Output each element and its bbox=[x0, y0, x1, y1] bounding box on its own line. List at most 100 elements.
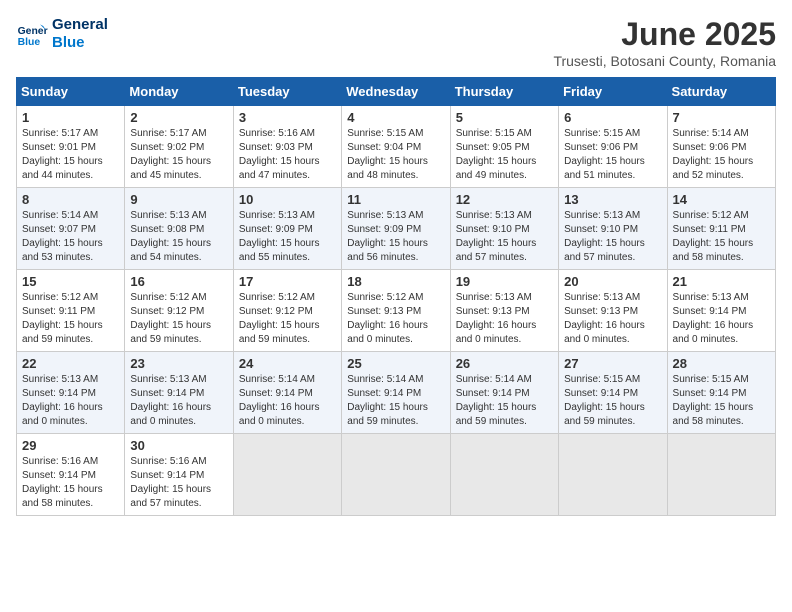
day-number: 16 bbox=[130, 274, 227, 289]
day-info: Sunrise: 5:14 AM Sunset: 9:14 PM Dayligh… bbox=[347, 373, 444, 429]
calendar-cell: 8 Sunrise: 5:14 AM Sunset: 9:07 PM Dayli… bbox=[17, 188, 125, 270]
calendar-cell: 15 Sunrise: 5:12 AM Sunset: 9:11 PM Dayl… bbox=[17, 270, 125, 352]
day-number: 18 bbox=[347, 274, 444, 289]
svg-text:Blue: Blue bbox=[18, 37, 41, 48]
day-info: Sunrise: 5:12 AM Sunset: 9:11 PM Dayligh… bbox=[22, 291, 119, 347]
day-info: Sunrise: 5:13 AM Sunset: 9:09 PM Dayligh… bbox=[239, 209, 336, 265]
calendar-cell: 6 Sunrise: 5:15 AM Sunset: 9:06 PM Dayli… bbox=[559, 106, 667, 188]
day-number: 23 bbox=[130, 356, 227, 371]
day-number: 22 bbox=[22, 356, 119, 371]
logo: General Blue General Blue bbox=[16, 16, 108, 52]
day-info: Sunrise: 5:15 AM Sunset: 9:14 PM Dayligh… bbox=[564, 373, 661, 429]
calendar-cell: 4 Sunrise: 5:15 AM Sunset: 9:04 PM Dayli… bbox=[342, 106, 450, 188]
day-info: Sunrise: 5:14 AM Sunset: 9:14 PM Dayligh… bbox=[239, 373, 336, 429]
col-thursday: Thursday bbox=[450, 78, 558, 106]
day-info: Sunrise: 5:13 AM Sunset: 9:10 PM Dayligh… bbox=[456, 209, 553, 265]
calendar-cell: 2 Sunrise: 5:17 AM Sunset: 9:02 PM Dayli… bbox=[125, 106, 233, 188]
calendar-table: Sunday Monday Tuesday Wednesday Thursday… bbox=[16, 77, 776, 516]
day-number: 11 bbox=[347, 192, 444, 207]
day-number: 25 bbox=[347, 356, 444, 371]
calendar-cell: 24 Sunrise: 5:14 AM Sunset: 9:14 PM Dayl… bbox=[233, 352, 341, 434]
calendar-cell: 1 Sunrise: 5:17 AM Sunset: 9:01 PM Dayli… bbox=[17, 106, 125, 188]
calendar-cell: 13 Sunrise: 5:13 AM Sunset: 9:10 PM Dayl… bbox=[559, 188, 667, 270]
day-number: 3 bbox=[239, 110, 336, 125]
col-wednesday: Wednesday bbox=[342, 78, 450, 106]
day-info: Sunrise: 5:13 AM Sunset: 9:10 PM Dayligh… bbox=[564, 209, 661, 265]
logo-line1: General bbox=[52, 16, 108, 34]
day-info: Sunrise: 5:13 AM Sunset: 9:13 PM Dayligh… bbox=[564, 291, 661, 347]
day-number: 19 bbox=[456, 274, 553, 289]
day-info: Sunrise: 5:13 AM Sunset: 9:14 PM Dayligh… bbox=[673, 291, 770, 347]
day-number: 12 bbox=[456, 192, 553, 207]
day-number: 21 bbox=[673, 274, 770, 289]
calendar-cell: 14 Sunrise: 5:12 AM Sunset: 9:11 PM Dayl… bbox=[667, 188, 775, 270]
logo-icon: General Blue bbox=[16, 18, 48, 50]
day-info: Sunrise: 5:16 AM Sunset: 9:14 PM Dayligh… bbox=[22, 455, 119, 511]
calendar-cell: 9 Sunrise: 5:13 AM Sunset: 9:08 PM Dayli… bbox=[125, 188, 233, 270]
day-info: Sunrise: 5:15 AM Sunset: 9:04 PM Dayligh… bbox=[347, 127, 444, 183]
header-row: Sunday Monday Tuesday Wednesday Thursday… bbox=[17, 78, 776, 106]
day-number: 13 bbox=[564, 192, 661, 207]
day-info: Sunrise: 5:13 AM Sunset: 9:09 PM Dayligh… bbox=[347, 209, 444, 265]
day-number: 30 bbox=[130, 438, 227, 453]
day-number: 17 bbox=[239, 274, 336, 289]
day-info: Sunrise: 5:12 AM Sunset: 9:13 PM Dayligh… bbox=[347, 291, 444, 347]
header: General Blue General Blue June 2025 Trus… bbox=[16, 16, 776, 69]
calendar-cell: 27 Sunrise: 5:15 AM Sunset: 9:14 PM Dayl… bbox=[559, 352, 667, 434]
day-info: Sunrise: 5:15 AM Sunset: 9:06 PM Dayligh… bbox=[564, 127, 661, 183]
calendar-cell: 30 Sunrise: 5:16 AM Sunset: 9:14 PM Dayl… bbox=[125, 434, 233, 516]
calendar-row: 22 Sunrise: 5:13 AM Sunset: 9:14 PM Dayl… bbox=[17, 352, 776, 434]
col-monday: Monday bbox=[125, 78, 233, 106]
day-number: 4 bbox=[347, 110, 444, 125]
day-info: Sunrise: 5:14 AM Sunset: 9:07 PM Dayligh… bbox=[22, 209, 119, 265]
calendar-cell: 26 Sunrise: 5:14 AM Sunset: 9:14 PM Dayl… bbox=[450, 352, 558, 434]
col-tuesday: Tuesday bbox=[233, 78, 341, 106]
empty-cell bbox=[559, 434, 667, 516]
calendar-cell: 16 Sunrise: 5:12 AM Sunset: 9:12 PM Dayl… bbox=[125, 270, 233, 352]
day-info: Sunrise: 5:13 AM Sunset: 9:14 PM Dayligh… bbox=[22, 373, 119, 429]
day-number: 26 bbox=[456, 356, 553, 371]
day-number: 10 bbox=[239, 192, 336, 207]
title-area: June 2025 Trusesti, Botosani County, Rom… bbox=[553, 16, 776, 69]
day-info: Sunrise: 5:16 AM Sunset: 9:14 PM Dayligh… bbox=[130, 455, 227, 511]
calendar-row: 15 Sunrise: 5:12 AM Sunset: 9:11 PM Dayl… bbox=[17, 270, 776, 352]
calendar-cell: 7 Sunrise: 5:14 AM Sunset: 9:06 PM Dayli… bbox=[667, 106, 775, 188]
calendar-cell: 23 Sunrise: 5:13 AM Sunset: 9:14 PM Dayl… bbox=[125, 352, 233, 434]
calendar-cell: 21 Sunrise: 5:13 AM Sunset: 9:14 PM Dayl… bbox=[667, 270, 775, 352]
day-info: Sunrise: 5:14 AM Sunset: 9:06 PM Dayligh… bbox=[673, 127, 770, 183]
logo-line2: Blue bbox=[52, 34, 108, 52]
calendar-cell: 5 Sunrise: 5:15 AM Sunset: 9:05 PM Dayli… bbox=[450, 106, 558, 188]
day-info: Sunrise: 5:13 AM Sunset: 9:13 PM Dayligh… bbox=[456, 291, 553, 347]
day-info: Sunrise: 5:16 AM Sunset: 9:03 PM Dayligh… bbox=[239, 127, 336, 183]
calendar-cell: 28 Sunrise: 5:15 AM Sunset: 9:14 PM Dayl… bbox=[667, 352, 775, 434]
col-friday: Friday bbox=[559, 78, 667, 106]
calendar-cell: 20 Sunrise: 5:13 AM Sunset: 9:13 PM Dayl… bbox=[559, 270, 667, 352]
day-number: 20 bbox=[564, 274, 661, 289]
day-info: Sunrise: 5:15 AM Sunset: 9:05 PM Dayligh… bbox=[456, 127, 553, 183]
day-number: 27 bbox=[564, 356, 661, 371]
calendar-subtitle: Trusesti, Botosani County, Romania bbox=[553, 53, 776, 69]
day-info: Sunrise: 5:12 AM Sunset: 9:12 PM Dayligh… bbox=[239, 291, 336, 347]
empty-cell bbox=[233, 434, 341, 516]
day-info: Sunrise: 5:12 AM Sunset: 9:12 PM Dayligh… bbox=[130, 291, 227, 347]
col-saturday: Saturday bbox=[667, 78, 775, 106]
day-info: Sunrise: 5:13 AM Sunset: 9:14 PM Dayligh… bbox=[130, 373, 227, 429]
empty-cell bbox=[450, 434, 558, 516]
calendar-row: 29 Sunrise: 5:16 AM Sunset: 9:14 PM Dayl… bbox=[17, 434, 776, 516]
day-number: 5 bbox=[456, 110, 553, 125]
day-number: 14 bbox=[673, 192, 770, 207]
calendar-cell: 17 Sunrise: 5:12 AM Sunset: 9:12 PM Dayl… bbox=[233, 270, 341, 352]
day-info: Sunrise: 5:12 AM Sunset: 9:11 PM Dayligh… bbox=[673, 209, 770, 265]
calendar-row: 8 Sunrise: 5:14 AM Sunset: 9:07 PM Dayli… bbox=[17, 188, 776, 270]
day-number: 8 bbox=[22, 192, 119, 207]
day-number: 7 bbox=[673, 110, 770, 125]
calendar-cell: 18 Sunrise: 5:12 AM Sunset: 9:13 PM Dayl… bbox=[342, 270, 450, 352]
calendar-row: 1 Sunrise: 5:17 AM Sunset: 9:01 PM Dayli… bbox=[17, 106, 776, 188]
day-info: Sunrise: 5:14 AM Sunset: 9:14 PM Dayligh… bbox=[456, 373, 553, 429]
calendar-cell: 12 Sunrise: 5:13 AM Sunset: 9:10 PM Dayl… bbox=[450, 188, 558, 270]
calendar-cell: 25 Sunrise: 5:14 AM Sunset: 9:14 PM Dayl… bbox=[342, 352, 450, 434]
day-number: 2 bbox=[130, 110, 227, 125]
calendar-body: 1 Sunrise: 5:17 AM Sunset: 9:01 PM Dayli… bbox=[17, 106, 776, 516]
col-sunday: Sunday bbox=[17, 78, 125, 106]
calendar-cell: 3 Sunrise: 5:16 AM Sunset: 9:03 PM Dayli… bbox=[233, 106, 341, 188]
